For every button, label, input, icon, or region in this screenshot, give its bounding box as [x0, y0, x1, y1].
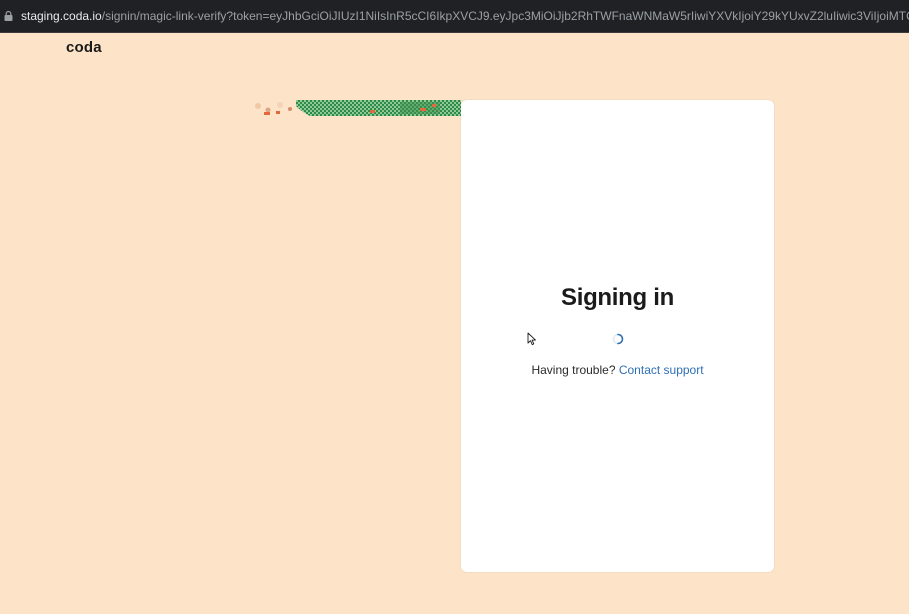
browser-address-bar[interactable]: staging.coda.io/signin/magic-link-verify… — [0, 0, 909, 33]
trouble-text: Having trouble? — [531, 363, 616, 377]
mouse-cursor-icon — [527, 332, 536, 346]
signin-card: Signing in Having trouble? Contact suppo… — [461, 100, 774, 572]
decorative-illustration — [255, 100, 461, 116]
contact-support-link[interactable]: Contact support — [619, 363, 704, 377]
spinner-icon — [612, 333, 624, 345]
url-text[interactable]: staging.coda.io/signin/magic-link-verify… — [21, 9, 909, 24]
lock-icon — [4, 11, 13, 21]
help-line: Having trouble? Contact support — [461, 363, 774, 377]
page-background: coda Signing in Having trouble? Contact … — [0, 33, 909, 614]
url-host: staging.coda.io — [21, 9, 102, 23]
url-path: /signin/magic-link-verify?token=eyJhbGci… — [101, 9, 909, 23]
signing-in-title: Signing in — [561, 284, 674, 311]
coda-logo[interactable]: coda — [66, 39, 102, 56]
